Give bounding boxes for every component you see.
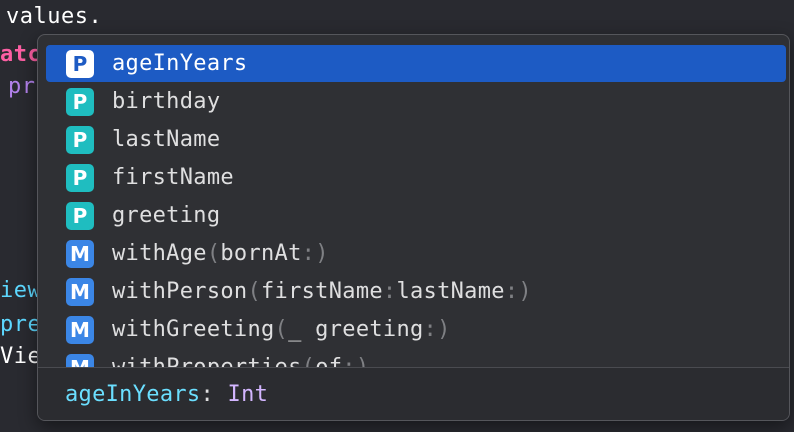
code-line: values. bbox=[6, 4, 103, 29]
method-icon: M bbox=[66, 239, 94, 268]
detail-symbol-name: ageInYears bbox=[65, 381, 201, 407]
code-line: pr bbox=[8, 74, 36, 99]
property-icon: P bbox=[66, 125, 94, 154]
property-icon: P bbox=[66, 163, 94, 192]
completion-label: withAge(bornAt:) bbox=[112, 241, 329, 266]
completion-item-withPerson[interactable]: M withPerson(firstName:lastName:) bbox=[46, 273, 786, 310]
property-icon: P bbox=[66, 201, 94, 230]
detail-colon: : bbox=[200, 381, 228, 407]
completion-item-withGreeting[interactable]: M withGreeting(_ greeting:) bbox=[46, 311, 786, 348]
code-line: iew bbox=[0, 278, 42, 303]
completion-label: lastName bbox=[112, 127, 221, 152]
completion-list[interactable]: P ageInYears P birthday P lastName P fir… bbox=[38, 35, 789, 367]
property-icon: P bbox=[66, 87, 94, 116]
method-icon: M bbox=[66, 315, 94, 344]
completion-label: withGreeting(_ greeting:) bbox=[112, 317, 451, 342]
detail-type: Int bbox=[227, 381, 269, 407]
property-icon: P bbox=[66, 49, 94, 78]
completion-item-birthday[interactable]: P birthday bbox=[46, 83, 786, 120]
completion-detail: ageInYears: Int bbox=[38, 368, 789, 420]
completion-item-withAge[interactable]: M withAge(bornAt:) bbox=[46, 235, 786, 272]
completion-item-lastName[interactable]: P lastName bbox=[46, 121, 786, 158]
method-icon: M bbox=[66, 277, 94, 306]
completion-label: ageInYears bbox=[112, 51, 248, 76]
code-line: pre bbox=[0, 312, 42, 337]
completion-label: withProperties(of:) bbox=[112, 355, 369, 367]
completion-label: withPerson(firstName:lastName:) bbox=[112, 279, 532, 304]
completion-item-firstName[interactable]: P firstName bbox=[46, 159, 786, 196]
method-icon: M bbox=[66, 353, 94, 367]
completion-label: firstName bbox=[112, 165, 234, 190]
completion-label: birthday bbox=[112, 89, 221, 114]
completion-item-ageInYears[interactable]: P ageInYears bbox=[46, 45, 786, 82]
completion-label: greeting bbox=[112, 203, 221, 228]
completion-item-withProperties[interactable]: M withProperties(of:) bbox=[46, 349, 786, 367]
code-line: Vie bbox=[0, 344, 42, 369]
completion-item-greeting[interactable]: P greeting bbox=[46, 197, 786, 234]
code-line: atc bbox=[0, 42, 42, 67]
completion-popup: P ageInYears P birthday P lastName P fir… bbox=[37, 34, 790, 421]
